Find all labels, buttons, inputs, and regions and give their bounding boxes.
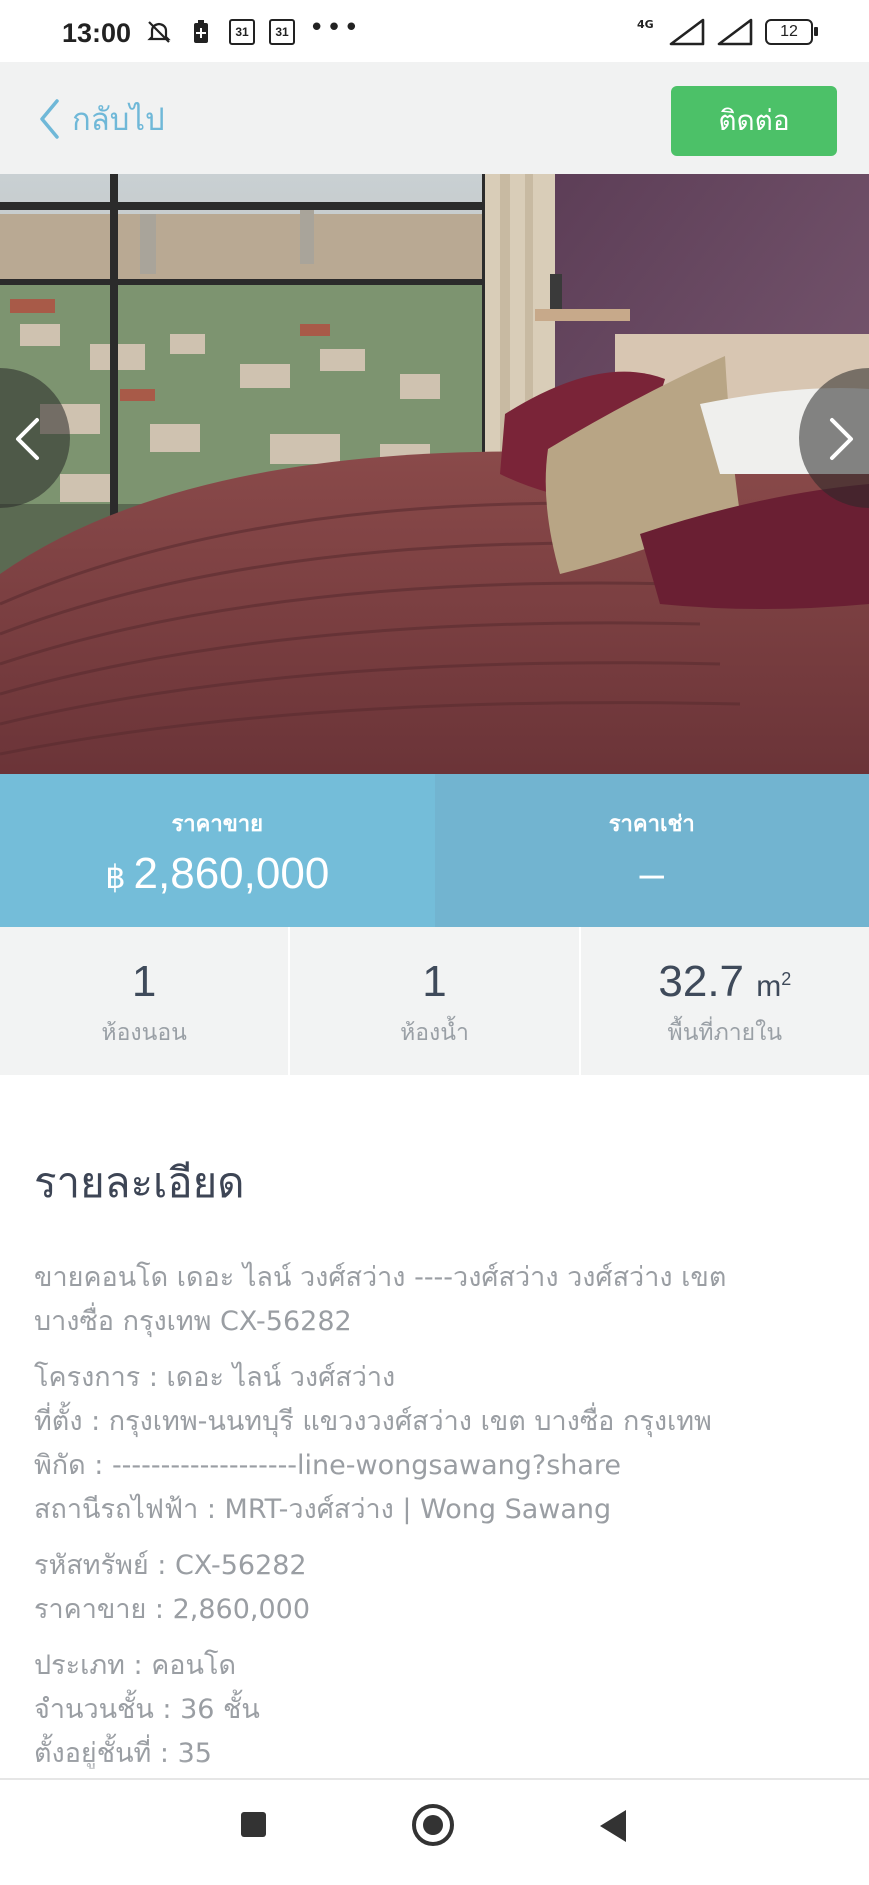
signal-icon xyxy=(669,18,705,46)
mute-icon xyxy=(145,18,173,46)
signal-icon xyxy=(717,18,753,46)
status-icons-left: 31 31 ••• xyxy=(145,18,361,46)
spec-bathrooms: 1 ห้องน้ำ xyxy=(290,927,580,1075)
description-paragraph: ขายคอนโด เดอะ ไลน์ วงศ์สว่าง ----วงศ์สว่… xyxy=(34,1256,834,1344)
sale-price-value-row: ฿ 2,860,000 xyxy=(105,849,329,899)
sale-price-value: 2,860,000 xyxy=(134,849,330,899)
detail-line: โครงการ : เดอะ ไลน์ วงศ์สว่าง xyxy=(34,1356,834,1400)
price-bar: ราคาขาย ฿ 2,860,000 ราคาเช่า – xyxy=(0,774,869,927)
battery-icon: 12 xyxy=(765,19,813,45)
contact-button[interactable]: ติดต่อ xyxy=(671,86,837,156)
detail-line: สถานีรถไฟฟ้า : MRT-วงศ์สว่าง | Wong Sawa… xyxy=(34,1488,834,1532)
system-nav-bar xyxy=(0,1778,869,1885)
calendar-icon: 31 xyxy=(229,19,255,45)
bedroom-label: ห้องนอน xyxy=(101,1015,186,1051)
asset-info-paragraph: รหัสทรัพย์ : CX-56282 ราคาขาย : 2,860,00… xyxy=(34,1544,834,1632)
bathroom-count: 1 xyxy=(422,957,446,1007)
bedroom-photo xyxy=(0,174,869,774)
project-info-paragraph: โครงการ : เดอะ ไลน์ วงศ์สว่าง ที่ตั้ง : … xyxy=(34,1356,834,1532)
status-bar: 13:00 31 31 ••• 4G 12 xyxy=(0,0,869,62)
top-bar: กลับไป ติดต่อ xyxy=(0,62,869,174)
property-specs: 1 ห้องนอน 1 ห้องน้ำ 32.7 m2 พื้นที่ภายใน xyxy=(0,927,869,1075)
bathroom-label: ห้องน้ำ xyxy=(400,1015,469,1051)
detail-line: จำนวนชั้น : 36 ชั้น xyxy=(34,1688,834,1732)
rent-price: ราคาเช่า – xyxy=(435,774,869,927)
detail-line: รหัสทรัพย์ : CX-56282 xyxy=(34,1544,834,1588)
system-back-button[interactable] xyxy=(600,1810,626,1842)
detail-line: ที่ตั้ง : กรุงเทพ-นนทบุรี แขวงวงศ์สว่าง … xyxy=(34,1400,834,1444)
detail-line: ราคาขาย : 2,860,000 xyxy=(34,1588,834,1632)
spec-bedrooms: 1 ห้องนอน xyxy=(0,927,290,1075)
scroll-fade xyxy=(0,1760,869,1778)
chevron-right-icon xyxy=(827,416,857,462)
bedroom-count: 1 xyxy=(132,957,156,1007)
more-notifications-icon: ••• xyxy=(309,13,361,43)
listing-photo[interactable] xyxy=(0,174,869,774)
chevron-left-icon xyxy=(12,416,42,462)
type-info-paragraph: ประเภท : คอนโด จำนวนชั้น : 36 ชั้น ตั้งอ… xyxy=(34,1644,834,1776)
detail-line: พิกัด : -------------------line-wongsawa… xyxy=(34,1444,834,1488)
status-time: 13:00 xyxy=(62,18,131,49)
recents-button[interactable] xyxy=(241,1812,266,1837)
calendar-icon: 31 xyxy=(269,19,295,45)
sale-price-label: ราคาขาย xyxy=(171,806,263,841)
currency-symbol: ฿ xyxy=(105,858,125,896)
details-section: รายละเอียด ขายคอนโด เดอะ ไลน์ วงศ์สว่าง … xyxy=(34,1150,834,1788)
chevron-left-icon xyxy=(38,98,60,140)
area-value: 32.7 xyxy=(658,957,744,1006)
detail-line: ขายคอนโด เดอะ ไลน์ วงศ์สว่าง ----วงศ์สว่… xyxy=(34,1256,834,1300)
back-button[interactable]: กลับไป xyxy=(38,94,165,144)
rent-price-value: – xyxy=(640,849,664,899)
status-icons-right: 4G 12 xyxy=(637,18,813,46)
battery-saver-icon xyxy=(187,18,215,46)
detail-line: บางซื่อ กรุงเทพ CX-56282 xyxy=(34,1300,834,1344)
back-label: กลับไป xyxy=(72,94,165,144)
area-unit: m2 xyxy=(756,970,791,1003)
area-value-row: 32.7 m2 xyxy=(658,957,791,1007)
detail-line: ประเภท : คอนโด xyxy=(34,1644,834,1688)
sale-price: ราคาขาย ฿ 2,860,000 xyxy=(0,774,435,927)
spec-area: 32.7 m2 พื้นที่ภายใน xyxy=(581,927,869,1075)
rent-price-label: ราคาเช่า xyxy=(609,806,695,841)
details-title: รายละเอียด xyxy=(34,1150,834,1216)
area-label: พื้นที่ภายใน xyxy=(668,1015,783,1051)
network-type: 4G xyxy=(637,18,657,46)
home-button[interactable] xyxy=(412,1804,454,1846)
